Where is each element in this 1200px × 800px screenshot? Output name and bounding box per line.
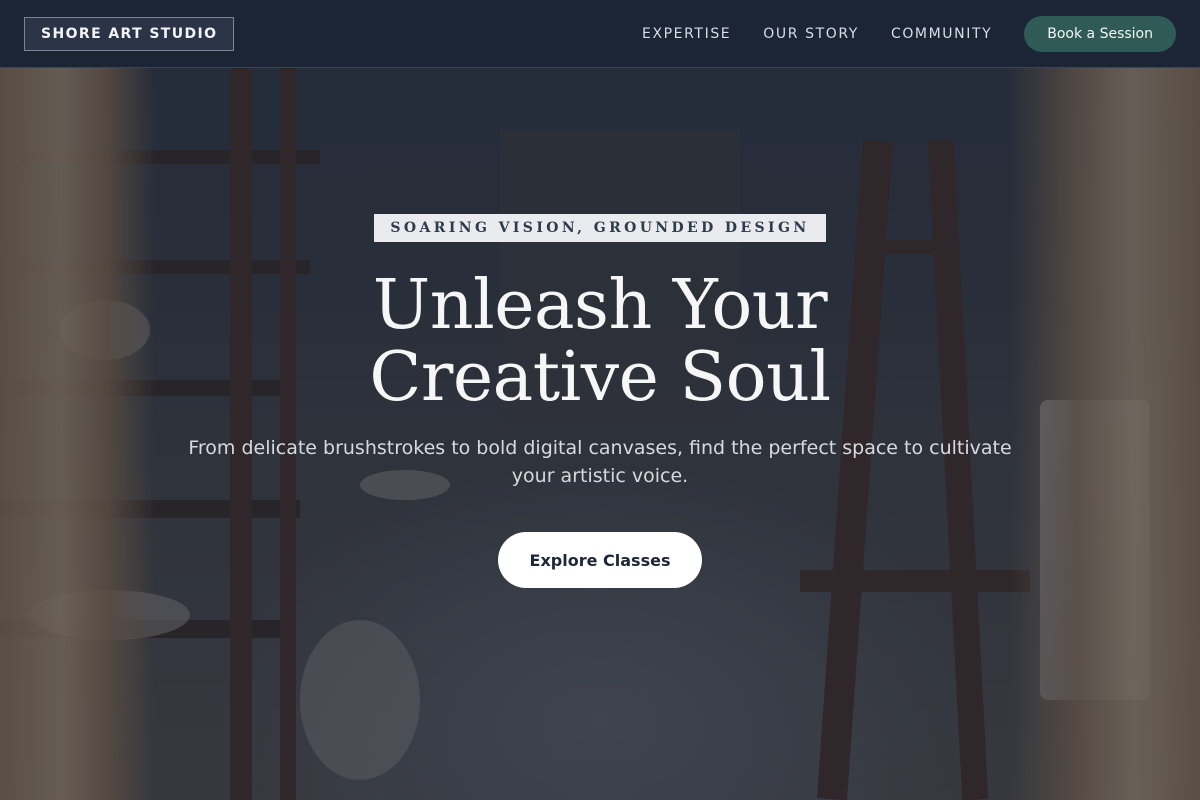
explore-classes-button[interactable]: Explore Classes	[498, 532, 702, 588]
hero-section: SOARING VISION, GROUNDED DESIGN Unleash …	[0, 214, 1200, 588]
book-session-button[interactable]: Book a Session	[1024, 15, 1176, 52]
nav-link-our-story[interactable]: OUR STORY	[763, 26, 859, 42]
nav-link-community[interactable]: COMMUNITY	[891, 26, 992, 42]
hero-headline: Unleash Your Creative Soul	[369, 266, 831, 417]
site-header: SHORE ART STUDIO EXPERTISE OUR STORY COM…	[0, 0, 1200, 68]
brand-logo[interactable]: SHORE ART STUDIO	[24, 16, 235, 51]
hero-subtext: From delicate brushstrokes to bold digit…	[188, 437, 1012, 487]
hero-tagline: SOARING VISION, GROUNDED DESIGN	[374, 214, 826, 242]
nav-link-expertise[interactable]: EXPERTISE	[642, 26, 731, 42]
main-nav: EXPERTISE OUR STORY COMMUNITY Book a Ses…	[642, 15, 1176, 52]
